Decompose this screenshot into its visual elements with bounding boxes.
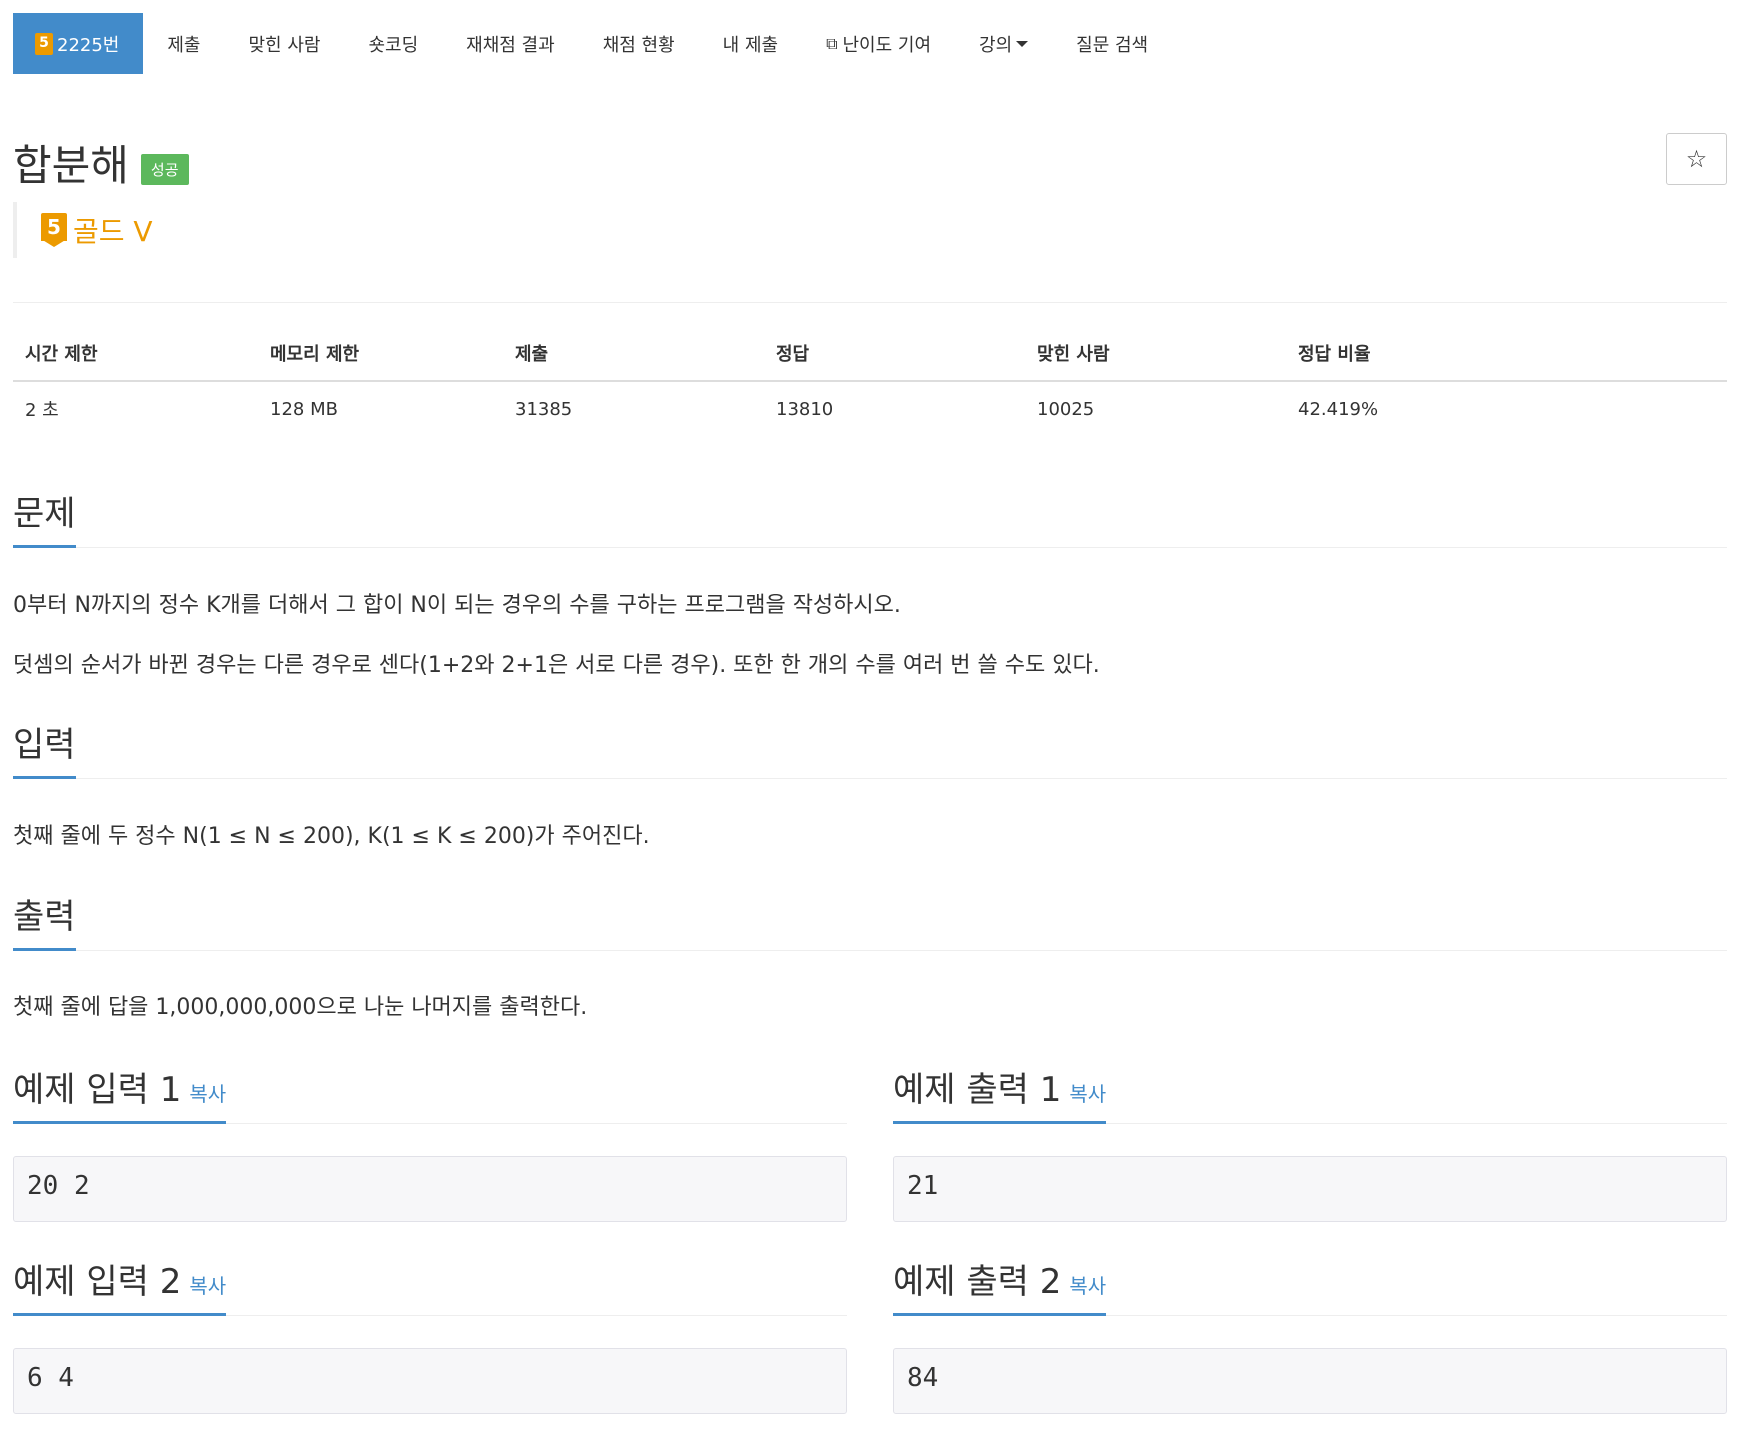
nav-status[interactable]: 채점 현황 [579, 13, 699, 74]
caret-down-icon [1016, 40, 1029, 47]
sample-output-2[interactable]: 84 [893, 1348, 1727, 1414]
tier-indicator: 5 골드 V [13, 202, 153, 258]
header-memory-limit: 메모리 제한 [258, 340, 503, 382]
tier-label: 골드 V [73, 215, 153, 248]
sample-output-2-header: 예제 출력 2 복사 [893, 1254, 1727, 1316]
header-solved-users: 맞힌 사람 [1025, 340, 1286, 382]
status-badge: 성공 [140, 154, 189, 185]
header-accepted: 정답 [764, 340, 1025, 382]
input-heading: 입력 [13, 717, 76, 779]
header-time-limit: 시간 제한 [13, 340, 258, 382]
cell-submissions: 31385 [515, 398, 573, 420]
nav-difficulty-contribute[interactable]: ⧉ 난이도 기여 [802, 13, 955, 74]
nav-difficulty-label: 난이도 기여 [842, 34, 932, 56]
divider [13, 302, 1727, 303]
problem-heading: 문제 [13, 486, 76, 548]
nav-my-submissions[interactable]: 내 제출 [699, 13, 802, 74]
nav-submit[interactable]: 제출 [143, 13, 224, 74]
sample-input-2[interactable]: 6 4 [13, 1348, 847, 1414]
copy-sample-input-1-button[interactable]: 복사 [189, 1082, 226, 1106]
tier-badge-icon: 5 [35, 32, 53, 55]
copy-sample-output-1-button[interactable]: 복사 [1069, 1082, 1106, 1106]
copy-sample-input-2-button[interactable]: 복사 [189, 1274, 226, 1298]
problem-page: 5 2225번 제출 맞힌 사람 숏코딩 재채점 결과 채점 현황 내 제출 ⧉… [0, 0, 1748, 1444]
cell-accepted: 13810 [776, 398, 834, 420]
nav-problem-number[interactable]: 5 2225번 [13, 13, 144, 74]
sample-output-2-heading: 예제 출력 2 복사 [893, 1254, 1107, 1316]
nav-short-coding[interactable]: 숏코딩 [344, 13, 442, 74]
cell-solved-users: 10025 [1037, 398, 1095, 420]
nav-rejudge-results[interactable]: 재채점 결과 [442, 13, 579, 74]
external-link-icon: ⧉ [826, 33, 838, 53]
table-header-row: 시간 제한 메모리 제한 제출 정답 맞힌 사람 정답 비율 [13, 340, 1727, 382]
sample-input-1-heading: 예제 입력 1 복사 [13, 1062, 227, 1124]
problem-description-1: 0부터 N까지의 정수 K개를 더해서 그 합이 N이 되는 경우의 수를 구하… [13, 593, 901, 618]
copy-sample-output-2-button[interactable]: 복사 [1069, 1274, 1106, 1298]
output-description: 첫째 줄에 답을 1,000,000,000으로 나눈 나머지를 출력한다. [13, 995, 588, 1020]
cell-accept-ratio: 42.419% [1298, 398, 1379, 420]
header-submissions: 제출 [503, 340, 764, 382]
sample-input-1[interactable]: 20 2 [13, 1156, 847, 1222]
input-section-header: 입력 [13, 717, 1727, 779]
problem-section-header: 문제 [13, 486, 1727, 548]
problem-title: 합분해 [13, 141, 129, 190]
output-heading: 출력 [13, 889, 76, 951]
sample-output-1-header: 예제 출력 1 복사 [893, 1062, 1727, 1124]
nav-lectures-label: 강의 [979, 34, 1013, 56]
cell-time-limit: 2 초 [25, 400, 59, 421]
nav-question-search[interactable]: 질문 검색 [1052, 13, 1172, 74]
sample-input-1-header: 예제 입력 1 복사 [13, 1062, 847, 1124]
input-description: 첫째 줄에 두 정수 N(1 ≤ N ≤ 200), K(1 ≤ K ≤ 200… [13, 824, 650, 849]
problem-nav: 5 2225번 제출 맞힌 사람 숏코딩 재채점 결과 채점 현황 내 제출 ⧉… [13, 13, 1172, 74]
table-row: 2 초 128 MB 31385 13810 10025 42.419% [13, 381, 1727, 422]
output-section-header: 출력 [13, 889, 1727, 951]
problem-info-table: 시간 제한 메모리 제한 제출 정답 맞힌 사람 정답 비율 2 초 128 M… [13, 340, 1727, 422]
nav-solved-users[interactable]: 맞힌 사람 [225, 13, 345, 74]
tier-shield-icon: 5 [41, 213, 67, 247]
header-accept-ratio: 정답 비율 [1286, 340, 1727, 382]
nav-problem-number-label: 2225번 [57, 34, 120, 56]
cell-memory-limit: 128 MB [270, 398, 338, 420]
sample-output-1[interactable]: 21 [893, 1156, 1727, 1222]
favorite-star-button[interactable]: ☆ [1666, 133, 1727, 185]
star-icon: ☆ [1685, 145, 1708, 173]
nav-lectures-dropdown[interactable]: 강의 [955, 13, 1052, 74]
sample-input-2-heading: 예제 입력 2 복사 [13, 1254, 227, 1316]
title-row: 합분해 성공 [13, 132, 189, 193]
problem-description-2: 덧셈의 순서가 바뀐 경우는 다른 경우로 센다(1+2와 2+1은 서로 다른… [13, 653, 1100, 678]
sample-output-1-heading: 예제 출력 1 복사 [893, 1062, 1107, 1124]
sample-input-2-header: 예제 입력 2 복사 [13, 1254, 847, 1316]
